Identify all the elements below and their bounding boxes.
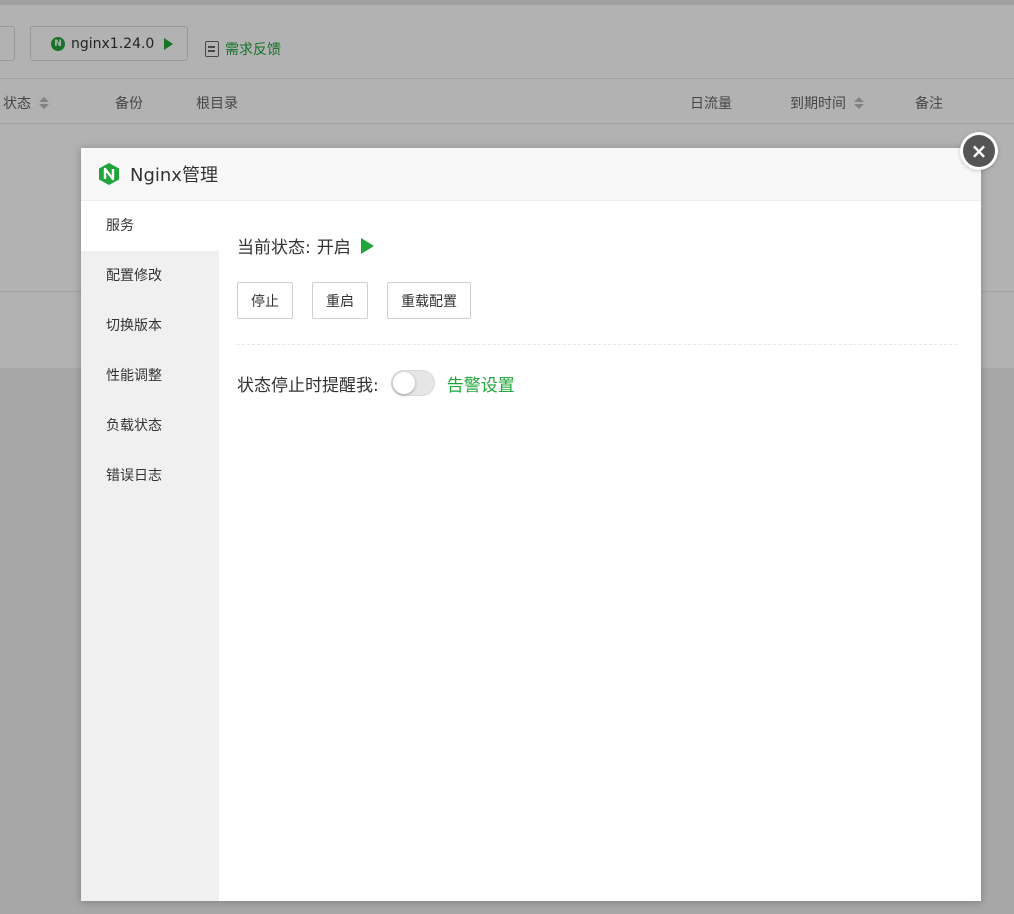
restart-button[interactable]: 重启 xyxy=(312,282,368,319)
alert-label: 状态停止时提醒我: xyxy=(237,375,379,396)
nav-item-performance[interactable]: 性能调整 xyxy=(81,351,219,401)
nav-item-error-log[interactable]: 错误日志 xyxy=(81,451,219,501)
nav-item-load-status[interactable]: 负载状态 xyxy=(81,401,219,451)
service-panel: 当前状态: 开启 停止 重启 重载配置 状态停止时提醒我: 告警设置 xyxy=(219,201,981,901)
running-play-icon xyxy=(360,237,374,254)
nav-item-config-edit[interactable]: 配置修改 xyxy=(81,251,219,301)
toggle-knob xyxy=(392,372,415,394)
dialog-body: 服务 配置修改 切换版本 性能调整 负载状态 错误日志 当前状态: 开启 停止 … xyxy=(81,201,981,901)
nav-item-service[interactable]: 服务 xyxy=(81,201,219,251)
reload-config-button[interactable]: 重载配置 xyxy=(387,282,471,319)
nav-item-switch-version[interactable]: 切换版本 xyxy=(81,301,219,351)
nginx-hex-icon xyxy=(99,163,119,185)
stop-alert-row: 状态停止时提醒我: 告警设置 xyxy=(237,370,515,396)
service-actions: 停止 重启 重载配置 xyxy=(237,282,471,319)
alert-settings-link[interactable]: 告警设置 xyxy=(447,371,515,396)
dialog-title: Nginx管理 xyxy=(130,165,218,186)
dialog-close-button[interactable]: × xyxy=(960,132,998,170)
section-divider xyxy=(237,344,957,345)
dialog-header: Nginx管理 xyxy=(81,148,981,201)
status-value: 开启 xyxy=(316,238,351,258)
close-icon: × xyxy=(963,135,995,167)
nginx-manage-dialog: Nginx管理 服务 配置修改 切换版本 性能调整 负载状态 错误日志 当前状态… xyxy=(81,148,981,901)
dialog-side-nav: 服务 配置修改 切换版本 性能调整 负载状态 错误日志 xyxy=(81,201,219,901)
stop-button[interactable]: 停止 xyxy=(237,282,293,319)
stop-alert-toggle[interactable] xyxy=(390,370,435,396)
status-label: 当前状态: xyxy=(237,238,311,258)
current-status: 当前状态: 开启 xyxy=(237,233,374,258)
